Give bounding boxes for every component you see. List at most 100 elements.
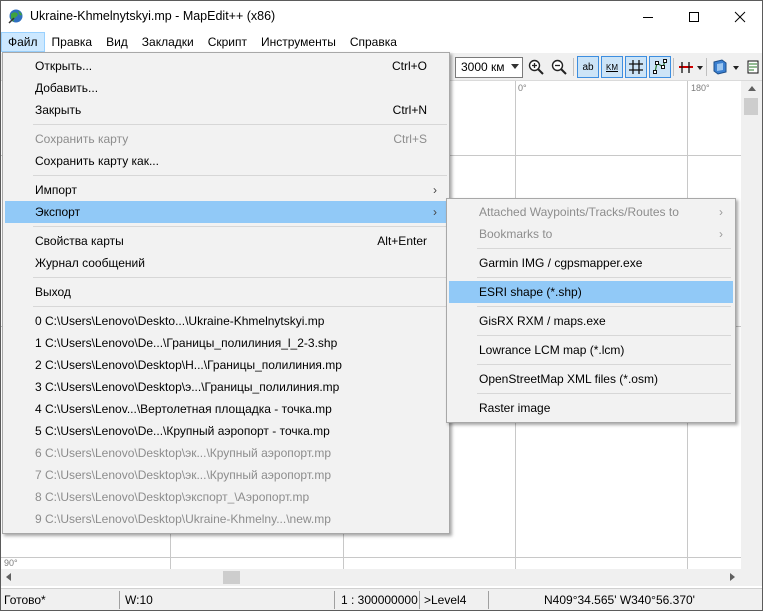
maximize-button[interactable] <box>671 1 717 32</box>
recent-file-item[interactable]: 0 C:\Users\Lenovo\Deskto...\Ukraine-Khme… <box>5 310 447 332</box>
recent-file-label: 0 C:\Users\Lenovo\Deskto...\Ukraine-Khme… <box>35 314 325 328</box>
menu-separator <box>477 277 731 278</box>
status-scale: 1 : 300000000 <box>341 593 418 607</box>
window-title: Ukraine-Khmelnytskyi.mp - MapEdit++ (x86… <box>30 9 276 23</box>
layers-icon <box>713 59 727 75</box>
menu-separator <box>33 226 447 227</box>
layers-button[interactable] <box>709 56 731 78</box>
submenu-arrow-icon: › <box>719 227 723 241</box>
km-button[interactable]: KM <box>601 56 623 78</box>
minimize-icon <box>643 16 653 18</box>
recent-file-label: 6 C:\Users\Lenovo\Desktop\эк...\Крупный … <box>35 446 331 460</box>
menu-bookmarks[interactable]: Закладки <box>135 32 201 52</box>
layers-dropdown-icon[interactable] <box>733 66 739 70</box>
scroll-left-icon[interactable] <box>6 573 11 581</box>
horizontal-scroll-thumb[interactable] <box>223 571 240 584</box>
toolbar-separator <box>673 58 674 76</box>
recent-file-item[interactable]: 9 C:\Users\Lenovo\Desktop\Ukraine-Khmeln… <box>5 508 447 530</box>
recent-file-label: 4 C:\Users\Lenov...\Вертолетная площадка… <box>35 402 332 416</box>
menu-item-label: Выход <box>35 285 71 299</box>
menu-item-label: Журнал сообщений <box>35 256 145 270</box>
export-item-lowrance-lcm[interactable]: Lowrance LCM map (*.lcm) <box>449 339 733 361</box>
export-item-raster-image[interactable]: Raster image <box>449 397 733 419</box>
menu-view[interactable]: Вид <box>99 32 135 52</box>
scroll-up-icon[interactable] <box>748 86 756 91</box>
menu-item-label: GisRX RXM / maps.exe <box>479 314 606 328</box>
export-item-gisrx-rxm[interactable]: GisRX RXM / maps.exe <box>449 310 733 332</box>
menu-item-export[interactable]: Экспорт › <box>5 201 447 223</box>
labels-icon: ab <box>582 61 594 73</box>
minimize-button[interactable] <box>625 1 671 32</box>
map-label-longitude-180: 180° <box>691 83 710 93</box>
route-dropdown-icon[interactable] <box>697 66 703 70</box>
recent-file-label: 9 C:\Users\Lenovo\Desktop\Ukraine-Khmeln… <box>35 512 331 526</box>
menu-item-save-map-as[interactable]: Сохранить карту как... <box>5 150 447 172</box>
zoom-out-icon <box>551 59 567 75</box>
menu-item-label: Открыть... <box>35 59 93 73</box>
menu-item-label: Закрыть <box>35 103 82 117</box>
labels-button[interactable]: ab <box>577 56 599 78</box>
recent-file-item[interactable]: 5 C:\Users\Lenovo\De...\Крупный аэропорт… <box>5 420 447 442</box>
export-item-bookmarks[interactable]: Bookmarks to › <box>449 223 733 245</box>
recent-file-item[interactable]: 1 C:\Users\Lenovo\De...\Границы_полилини… <box>5 332 447 354</box>
app-logo-icon <box>8 9 23 24</box>
menu-item-save-map[interactable]: Сохранить карту Ctrl+S <box>5 128 447 150</box>
close-button[interactable] <box>717 1 763 32</box>
menu-edit[interactable]: Правка <box>45 32 100 52</box>
route-button[interactable] <box>675 56 697 78</box>
menu-item-label: Сохранить карту как... <box>35 154 159 168</box>
status-divider <box>488 591 489 609</box>
status-level: >Level4 <box>424 593 467 607</box>
export-item-osm-xml[interactable]: OpenStreetMap XML files (*.osm) <box>449 368 733 390</box>
status-bar: Готово* W:10 1 : 300000000 >Level4 N409°… <box>1 588 762 610</box>
export-item-esri-shape[interactable]: ESRI shape (*.shp) <box>449 281 733 303</box>
menu-separator <box>33 277 447 278</box>
scale-select-value: 3000 км <box>461 60 505 74</box>
vertical-scrollbar[interactable] <box>741 81 762 569</box>
map-label-latitude-90: 90° <box>4 558 18 568</box>
status-coordinates: N409°34.565' W340°56.370' <box>544 593 695 607</box>
menu-item-shortcut: Ctrl+N <box>392 103 427 117</box>
export-item-garmin-img[interactable]: Garmin IMG / cgpsmapper.exe <box>449 252 733 274</box>
menu-item-close[interactable]: Закрыть Ctrl+N <box>5 99 447 121</box>
menu-item-exit[interactable]: Выход <box>5 281 447 303</box>
toolbar-more-button[interactable] <box>742 56 763 78</box>
grid-button[interactable] <box>625 56 647 78</box>
submenu-arrow-icon: › <box>433 183 437 197</box>
scale-select[interactable]: 3000 км <box>455 57 523 78</box>
scroll-right-icon[interactable] <box>730 573 735 581</box>
zoom-in-button[interactable] <box>525 56 547 78</box>
nodes-icon <box>653 59 667 74</box>
menu-item-shortcut: Ctrl+S <box>393 132 427 146</box>
menu-item-message-log[interactable]: Журнал сообщений <box>5 252 447 274</box>
menu-separator <box>33 124 447 125</box>
recent-file-item[interactable]: 7 C:\Users\Lenovo\Desktop\эк...\Крупный … <box>5 464 447 486</box>
menu-file[interactable]: Файл <box>1 32 45 52</box>
menu-script[interactable]: Скрипт <box>201 32 254 52</box>
vertical-scroll-thumb[interactable] <box>744 98 758 115</box>
recent-file-item[interactable]: 3 C:\Users\Lenovo\Desktop\э...\Границы_п… <box>5 376 447 398</box>
status-divider <box>119 591 120 609</box>
menu-item-map-properties[interactable]: Свойства карты Alt+Enter <box>5 230 447 252</box>
nodes-button[interactable] <box>649 56 671 78</box>
zoom-in-icon <box>528 59 544 75</box>
toolbar-separator <box>573 58 574 76</box>
recent-file-item[interactable]: 4 C:\Users\Lenov...\Вертолетная площадка… <box>5 398 447 420</box>
menu-item-label: Импорт <box>35 183 77 197</box>
menu-help[interactable]: Справка <box>343 32 404 52</box>
maximize-icon <box>689 11 699 22</box>
menu-item-import[interactable]: Импорт › <box>5 179 447 201</box>
export-item-attached-waypoints[interactable]: Attached Waypoints/Tracks/Routes to › <box>449 201 733 223</box>
menu-tools[interactable]: Инструменты <box>254 32 343 52</box>
file-menu: Открыть... Ctrl+O Добавить... Закрыть Ct… <box>2 52 450 534</box>
scroll-corner <box>741 569 762 586</box>
menu-item-add[interactable]: Добавить... <box>5 77 447 99</box>
zoom-out-button[interactable] <box>548 56 570 78</box>
menu-item-open[interactable]: Открыть... Ctrl+O <box>5 55 447 77</box>
map-label-longitude-0: 0° <box>518 83 527 93</box>
horizontal-scrollbar[interactable] <box>1 569 741 586</box>
recent-file-item[interactable]: 8 C:\Users\Lenovo\Desktop\экспорт_\Аэроп… <box>5 486 447 508</box>
recent-file-item[interactable]: 2 C:\Users\Lenovo\Desktop\Н...\Границы_п… <box>5 354 447 376</box>
recent-file-item[interactable]: 6 C:\Users\Lenovo\Desktop\эк...\Крупный … <box>5 442 447 464</box>
menu-bar: Файл Правка Вид Закладки Скрипт Инструме… <box>1 32 762 52</box>
